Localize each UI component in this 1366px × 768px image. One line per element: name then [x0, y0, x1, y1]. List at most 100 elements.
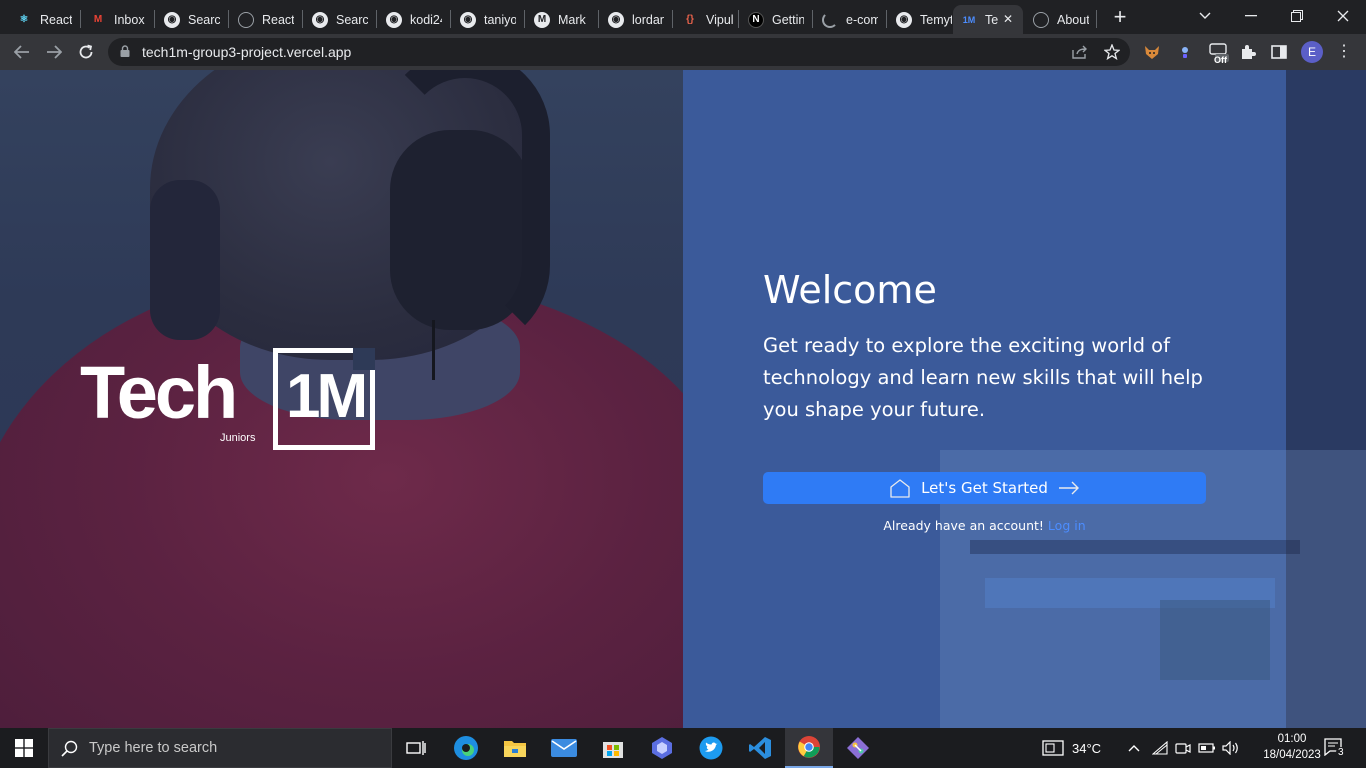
task-view-icon[interactable] [392, 728, 440, 768]
github-icon: ◉ [164, 11, 180, 28]
side-panel-icon[interactable] [1270, 43, 1288, 61]
tech1m-icon: 1M [962, 14, 976, 25]
monitor-bar [970, 540, 1300, 554]
tab-tech1m-active[interactable]: 1M Te ✕ [953, 5, 1023, 34]
weather-icon [1042, 740, 1064, 756]
tab-lordan[interactable]: ◉ lordan [600, 5, 672, 34]
tab-inbox[interactable]: M Inbox [82, 5, 154, 34]
weather-widget[interactable]: 34°C [1042, 728, 1101, 768]
tech1m-juniors-logo: Tech 1M Juniors [80, 348, 380, 458]
microsoft-store-icon[interactable] [589, 728, 637, 768]
landing-page: Tech 1M Juniors Welcome Get ready to exp… [0, 70, 1366, 728]
medium-icon: M [534, 11, 550, 28]
chrome-menu-icon[interactable]: ⋮ [1336, 43, 1352, 61]
tab-about[interactable]: About [1025, 5, 1095, 34]
minimize-button[interactable] [1228, 0, 1274, 32]
copilot-app-icon[interactable] [638, 728, 686, 768]
extensions-puzzle-icon[interactable] [1239, 43, 1257, 61]
tab-react[interactable]: ⚛ React [8, 5, 80, 34]
back-button[interactable] [10, 40, 34, 64]
tab-title: Mark [558, 12, 586, 27]
tab-strip: ⚛ React M Inbox ◉ Search React ◉ Search … [0, 0, 1366, 34]
url-text: tech1m-group3-project.vercel.app [142, 44, 352, 60]
tab-title: React [40, 12, 72, 27]
react-icon: ⚛ [19, 14, 29, 25]
system-clock[interactable]: 01:00 18/04/2023 [1262, 731, 1322, 763]
bookmark-star-icon[interactable] [1102, 42, 1122, 62]
reload-button[interactable] [74, 40, 98, 64]
restore-button[interactable] [1274, 0, 1320, 32]
profile-avatar[interactable]: E [1301, 41, 1323, 63]
github-icon: ◉ [312, 11, 328, 28]
extension-badge: Off [1214, 55, 1227, 65]
logo-box: 1M [273, 348, 375, 450]
gmail-icon: M [93, 14, 103, 25]
weather-temperature: 34°C [1072, 740, 1102, 756]
tab-title: kodi24 [410, 12, 442, 27]
tab-title: React [262, 12, 294, 27]
tab-taniyo[interactable]: ◉ taniyo [452, 5, 524, 34]
tracker-extension-icon[interactable] [1176, 43, 1194, 61]
github-icon: ◉ [386, 11, 402, 28]
search-placeholder: Type here to search [89, 740, 218, 756]
battery-icon[interactable] [1198, 728, 1216, 768]
nextjs-icon: N [748, 11, 764, 28]
tab-search-2[interactable]: ◉ Search [304, 5, 376, 34]
meet-now-icon[interactable] [1175, 728, 1191, 768]
search-icon [61, 740, 78, 757]
tray-chevron-icon[interactable] [1128, 728, 1140, 768]
extension-off-icon[interactable]: Off [1207, 43, 1231, 65]
tab-temyt[interactable]: ◉ Temyt [888, 5, 952, 34]
headphone-cable [432, 320, 435, 380]
new-tab-button[interactable]: + [1108, 6, 1132, 30]
forward-button[interactable] [42, 40, 66, 64]
tab-search-1[interactable]: ◉ Search [156, 5, 228, 34]
notification-count: 3 [1336, 747, 1346, 758]
git-tool-icon[interactable] [834, 728, 882, 768]
windows-start-button[interactable] [0, 728, 48, 768]
headphone-left-cup [150, 180, 220, 340]
lock-icon [120, 45, 130, 57]
windows-taskbar: Type here to search 34°C 01:00 18/04/202… [0, 728, 1366, 768]
file-explorer-icon[interactable] [491, 728, 539, 768]
tab-ecom[interactable]: e-com [814, 5, 886, 34]
tab-vipul[interactable]: {} Vipul [674, 5, 738, 34]
tab-gettin[interactable]: N Gettin [740, 5, 812, 34]
taskbar-search-box[interactable]: Type here to search [48, 728, 392, 768]
get-started-button[interactable]: Let's Get Started [763, 472, 1206, 504]
globe-icon [1033, 11, 1049, 28]
close-window-button[interactable] [1320, 0, 1366, 32]
mail-icon[interactable] [540, 728, 588, 768]
loading-icon [822, 11, 838, 28]
twitter-icon[interactable] [687, 728, 735, 768]
notification-center-icon[interactable]: 3 [1324, 738, 1346, 758]
monitor-picture [1160, 600, 1270, 680]
tab-title: About [1057, 12, 1089, 27]
address-bar[interactable]: tech1m-group3-project.vercel.app [108, 38, 1130, 66]
volume-icon[interactable] [1222, 728, 1240, 768]
tab-title: e-com [846, 12, 878, 27]
tab-react-2[interactable]: React [230, 5, 302, 34]
edge-icon[interactable] [442, 728, 490, 768]
tab-search-chevron-icon[interactable] [1182, 0, 1228, 32]
get-started-label: Let's Get Started [921, 479, 1048, 497]
chrome-taskbar-icon[interactable] [785, 728, 833, 768]
close-icon[interactable]: ✕ [1001, 12, 1015, 26]
vscode-icon[interactable] [736, 728, 784, 768]
intro-text: Get ready to explore the exciting world … [763, 334, 1203, 421]
welcome-heading: Welcome [763, 268, 937, 312]
tab-title: Vipul [706, 12, 734, 27]
logo-brand-text: Tech [80, 351, 238, 434]
github-icon: ◉ [608, 11, 624, 28]
wifi-icon[interactable] [1152, 728, 1168, 768]
share-icon[interactable] [1070, 42, 1090, 62]
tab-kodi24[interactable]: ◉ kodi24 [378, 5, 450, 34]
tab-title: Search [336, 12, 368, 27]
fox-extension-icon[interactable] [1143, 43, 1161, 61]
github-icon: ◉ [460, 11, 476, 28]
code-icon: {} [686, 14, 694, 25]
tab-mark[interactable]: M Mark [526, 5, 598, 34]
login-link[interactable]: Log in [1048, 518, 1086, 533]
tab-title: Gettin [772, 12, 804, 27]
home-icon [890, 479, 910, 498]
